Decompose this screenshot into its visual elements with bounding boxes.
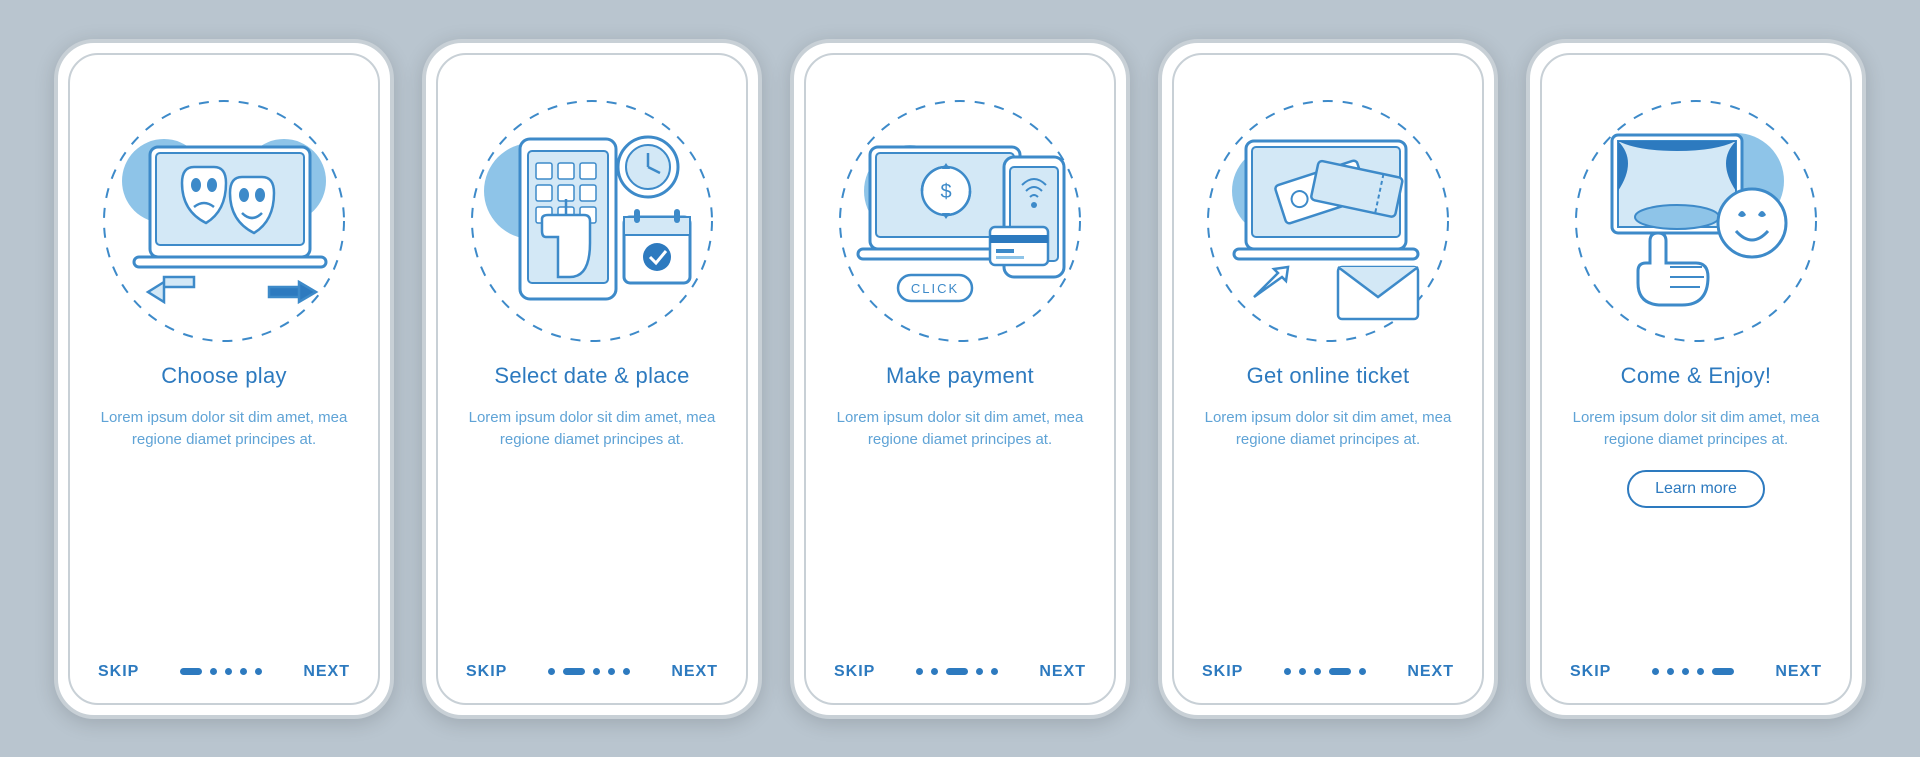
onboarding-footer: SKIP NEXT [466, 663, 718, 681]
next-button[interactable]: NEXT [1039, 663, 1086, 681]
onboarding-screen-1: Choose play Lorem ipsum dolor sit dim am… [68, 53, 380, 705]
dot [1284, 668, 1291, 675]
skip-button[interactable]: SKIP [98, 663, 139, 681]
dot [1712, 668, 1734, 675]
dot [593, 668, 600, 675]
learn-more-button[interactable]: Learn more [1627, 470, 1765, 508]
onboarding-screen-5: Come & Enjoy! Lorem ipsum dolor sit dim … [1540, 53, 1852, 705]
dot [1359, 668, 1366, 675]
theater-masks-icon [94, 91, 354, 351]
dot [1667, 668, 1674, 675]
onboarding-screen-2: Select date & place Lorem ipsum dolor si… [436, 53, 748, 705]
svg-text:CLICK: CLICK [911, 281, 959, 296]
onboarding-footer: SKIP NEXT [98, 663, 350, 681]
skip-button[interactable]: SKIP [1202, 663, 1243, 681]
dot [991, 668, 998, 675]
onboarding-screen-3: $ CLICK Make payment Lorem ipsum dolor s… [804, 53, 1116, 705]
dot [608, 668, 615, 675]
dot [931, 668, 938, 675]
onboarding-footer: SKIP NEXT [1570, 663, 1822, 681]
onboarding-footer: SKIP NEXT [834, 663, 1086, 681]
page-indicator [916, 668, 998, 675]
dot [225, 668, 232, 675]
svg-text:$: $ [940, 181, 951, 203]
step-description: Lorem ipsum dolor sit dim amet, mea regi… [466, 407, 718, 452]
dot [180, 668, 202, 675]
step-description: Lorem ipsum dolor sit dim amet, mea regi… [1202, 407, 1454, 452]
skip-button[interactable]: SKIP [1570, 663, 1611, 681]
dot [1682, 668, 1689, 675]
page-indicator [180, 668, 262, 675]
dot [240, 668, 247, 675]
calendar-clock-icon [462, 91, 722, 351]
onboarding-footer: SKIP NEXT [1202, 663, 1454, 681]
dot [976, 668, 983, 675]
dot [548, 668, 555, 675]
page-indicator [1652, 668, 1734, 675]
dot [563, 668, 585, 675]
dot [210, 668, 217, 675]
payment-icon: $ CLICK [830, 91, 1090, 351]
dot [916, 668, 923, 675]
ticket-icon [1198, 91, 1458, 351]
skip-button[interactable]: SKIP [834, 663, 875, 681]
dot [1697, 668, 1704, 675]
dot [623, 668, 630, 675]
enjoy-icon [1566, 91, 1826, 351]
step-description: Lorem ipsum dolor sit dim amet, mea regi… [98, 407, 350, 452]
dot [255, 668, 262, 675]
step-title: Choose play [161, 363, 287, 389]
next-button[interactable]: NEXT [1775, 663, 1822, 681]
step-title: Come & Enjoy! [1621, 363, 1772, 389]
dot [1299, 668, 1306, 675]
page-indicator [1284, 668, 1366, 675]
step-title: Make payment [886, 363, 1034, 389]
next-button[interactable]: NEXT [1407, 663, 1454, 681]
dot [946, 668, 968, 675]
phone-frame-2: Select date & place Lorem ipsum dolor si… [422, 39, 762, 719]
step-description: Lorem ipsum dolor sit dim amet, mea regi… [1570, 407, 1822, 452]
next-button[interactable]: NEXT [671, 663, 718, 681]
dot [1652, 668, 1659, 675]
phone-frame-4: Get online ticket Lorem ipsum dolor sit … [1158, 39, 1498, 719]
dot [1314, 668, 1321, 675]
step-title: Get online ticket [1247, 363, 1410, 389]
next-button[interactable]: NEXT [303, 663, 350, 681]
skip-button[interactable]: SKIP [466, 663, 507, 681]
step-description: Lorem ipsum dolor sit dim amet, mea regi… [834, 407, 1086, 452]
step-title: Select date & place [494, 363, 689, 389]
phone-frame-3: $ CLICK Make payment Lorem ipsum dolor s… [790, 39, 1130, 719]
phone-frame-1: Choose play Lorem ipsum dolor sit dim am… [54, 39, 394, 719]
dot [1329, 668, 1351, 675]
onboarding-screen-4: Get online ticket Lorem ipsum dolor sit … [1172, 53, 1484, 705]
page-indicator [548, 668, 630, 675]
phone-frame-5: Come & Enjoy! Lorem ipsum dolor sit dim … [1526, 39, 1866, 719]
